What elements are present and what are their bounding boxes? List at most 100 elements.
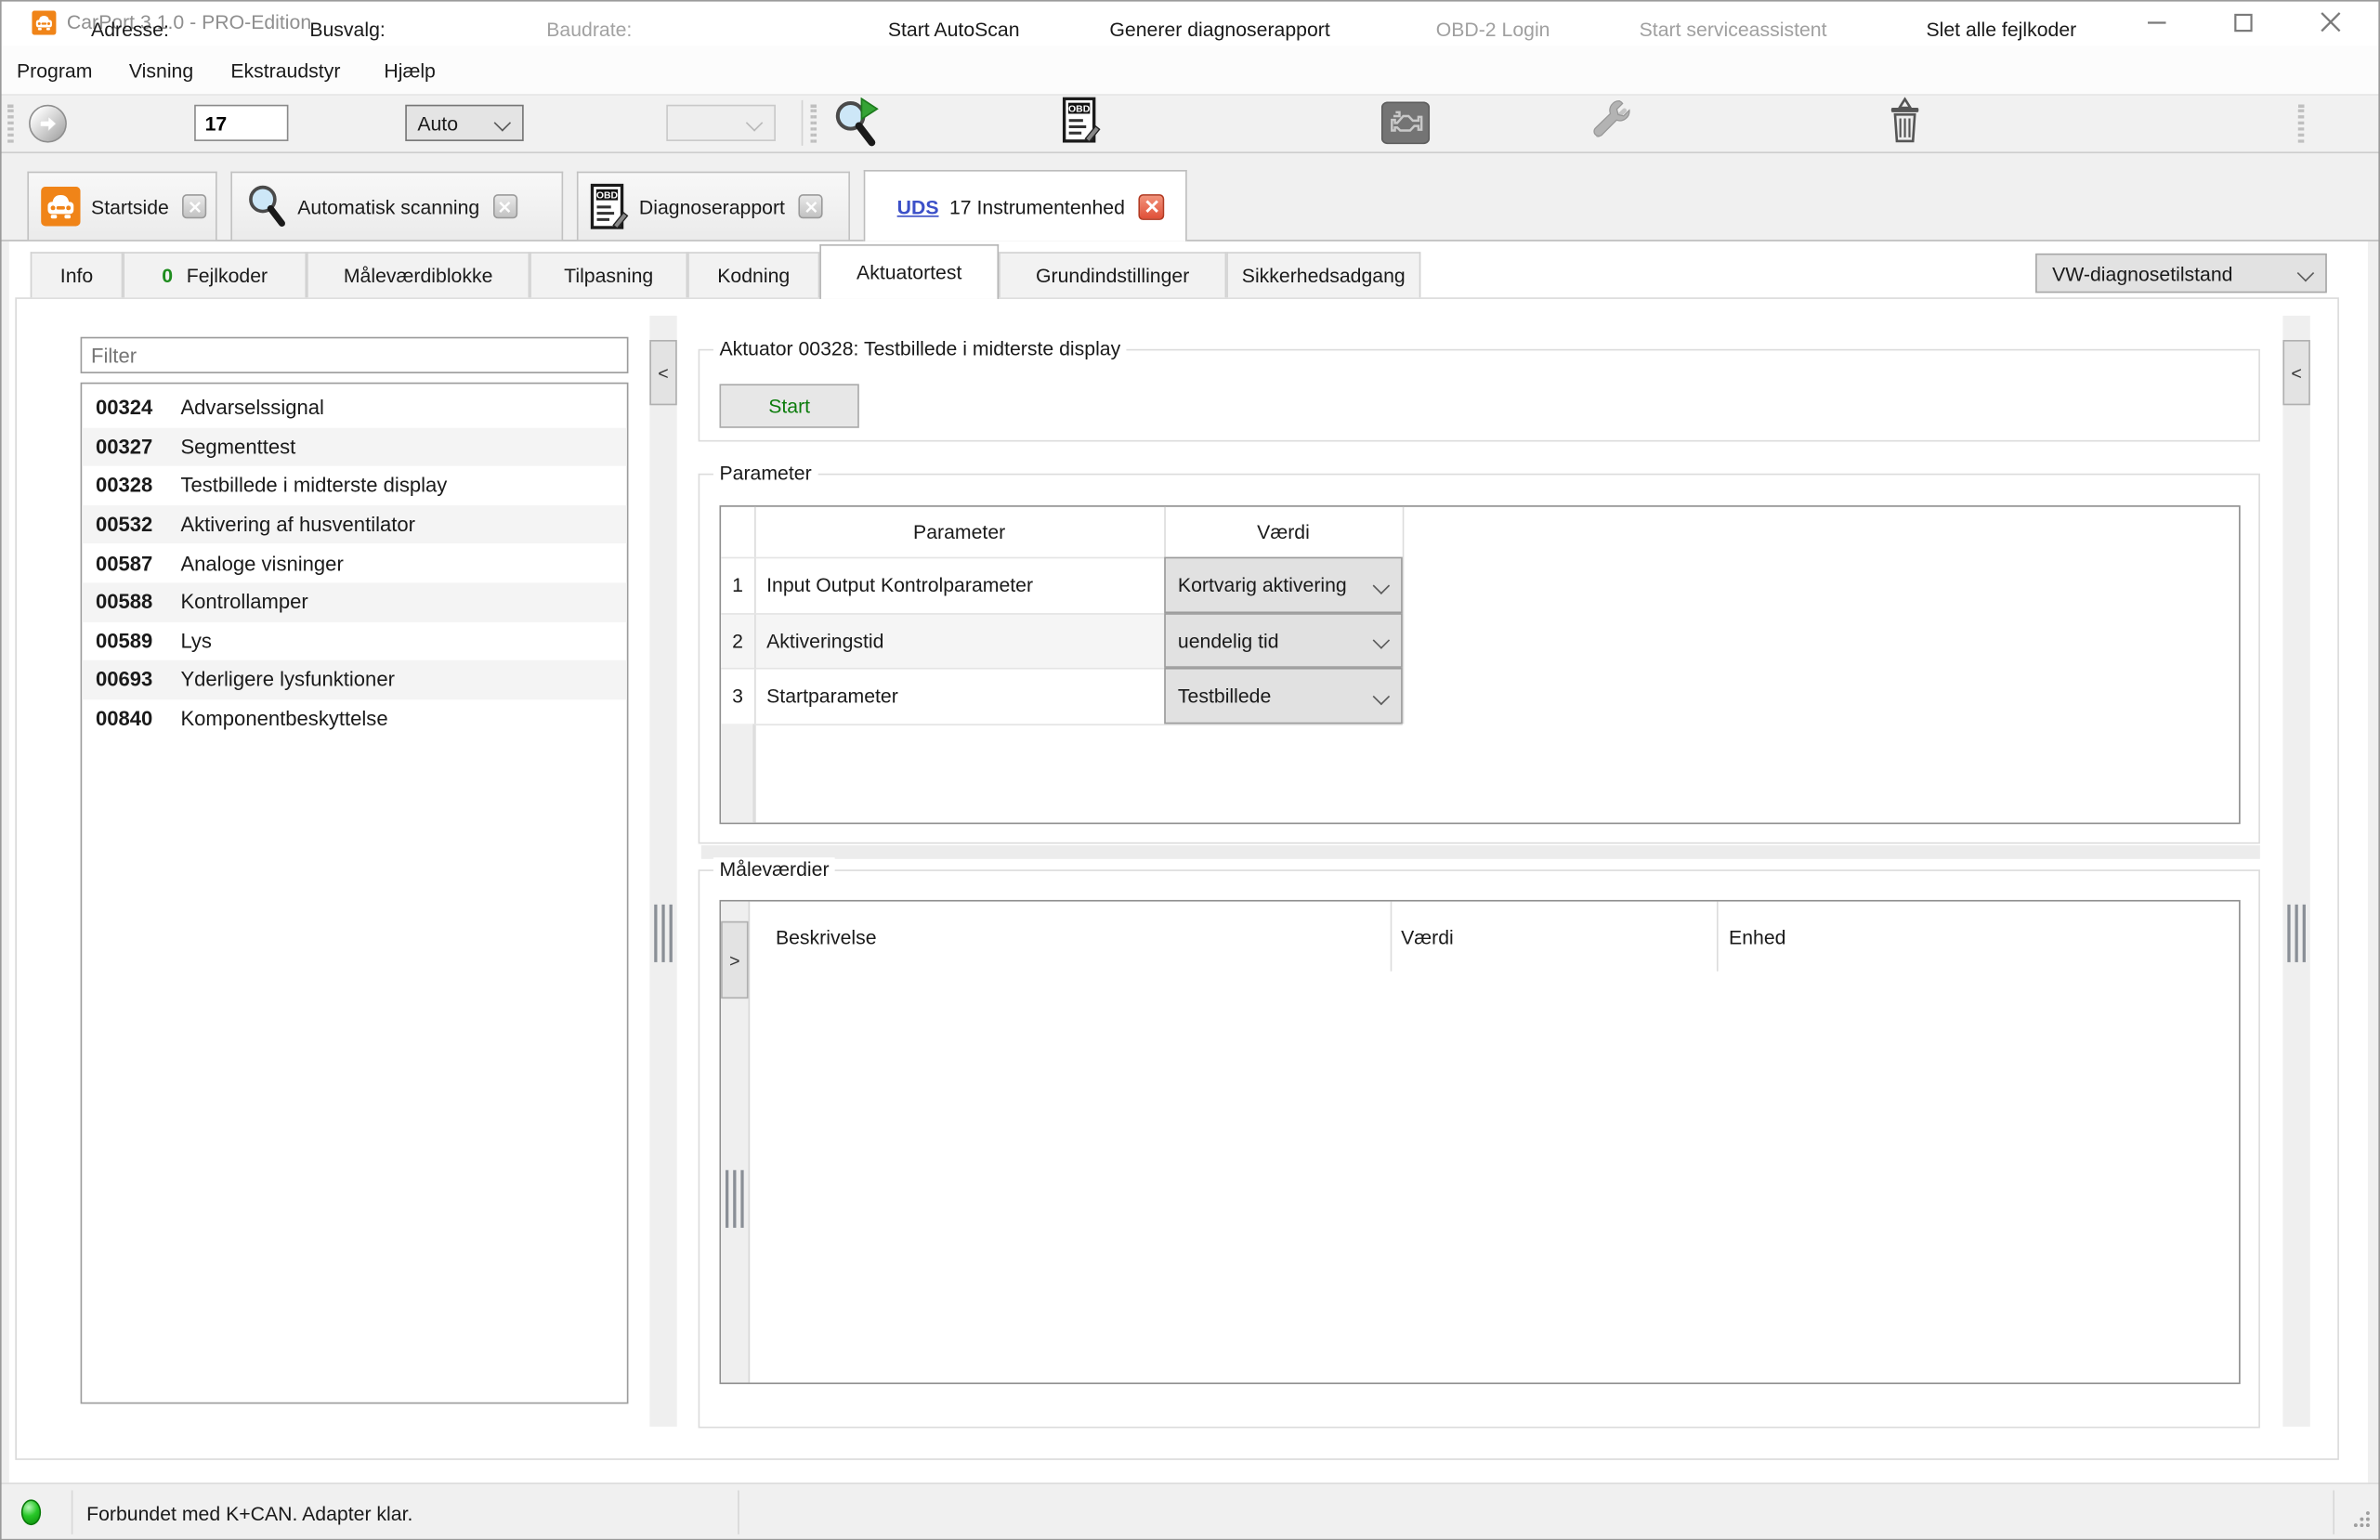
obd-report-icon: OBD <box>591 183 629 230</box>
list-item[interactable]: 00693 Yderligere lysfunktioner <box>82 660 627 699</box>
status-separator <box>72 1491 73 1534</box>
subtab-grundindstillinger[interactable]: Grundindstillinger <box>999 252 1226 297</box>
start-autoscan-button[interactable]: Start AutoScan <box>888 0 1020 59</box>
menu-program[interactable]: Program <box>17 46 92 94</box>
subtab-tilpasning[interactable]: Tilpasning <box>530 252 687 297</box>
list-item[interactable]: 00324 Advarselssignal <box>82 388 627 427</box>
combobox-value: Testbillede <box>1178 685 1271 708</box>
autoscan-magnifier-icon <box>831 98 880 152</box>
clear-faults-button[interactable]: Slet alle fejlkoder <box>1926 0 2076 59</box>
list-item[interactable]: 00589 Lys <box>82 621 627 660</box>
close-tab-icon[interactable] <box>493 194 517 218</box>
collapse-left-panel-button[interactable]: < <box>649 340 676 405</box>
expand-measure-panel-button[interactable]: > <box>721 921 748 998</box>
status-bar: Forbundet med K+CAN. Adapter klar. <box>0 1482 2380 1540</box>
subtab-fejlkoder[interactable]: 0 Fejlkoder <box>123 252 307 297</box>
bus-combobox[interactable]: Auto <box>405 105 523 141</box>
list-item[interactable]: 00840 Komponentbeskyttelse <box>82 699 627 738</box>
subtab-aktuatortest[interactable]: Aktuatortest <box>819 244 999 299</box>
generate-report-button[interactable]: Generer diagnoserapport <box>1109 0 1329 59</box>
tab-label: Startside <box>91 195 169 218</box>
close-window-button[interactable] <box>2295 0 2365 44</box>
subtab-kodning[interactable]: Kodning <box>687 252 819 297</box>
collapse-right-panel-button[interactable]: < <box>2282 340 2309 405</box>
subtab-label: Kodning <box>717 264 790 287</box>
trash-icon <box>1887 98 1923 150</box>
close-tab-icon[interactable] <box>799 194 823 218</box>
svg-text:OBD: OBD <box>596 190 619 201</box>
actuator-listbox[interactable]: 00324 Advarselssignal 00327 Segmenttest … <box>81 383 629 1404</box>
tab-automatisk-scanning[interactable]: Automatisk scanning <box>230 172 563 241</box>
tab-label: 17 Instrumentenhed <box>949 195 1125 218</box>
toolbar-grip[interactable] <box>811 105 817 143</box>
subtab-info[interactable]: Info <box>31 252 124 297</box>
diagnostic-mode-combobox[interactable]: VW-diagnosetilstand <box>2035 254 2327 293</box>
actuator-code: 00588 <box>96 591 181 614</box>
uds-badge: UDS <box>897 195 939 218</box>
list-item[interactable]: 00327 Segmenttest <box>82 427 627 466</box>
tab-diagnoserapport[interactable]: OBD Diagnoserapport <box>577 172 850 241</box>
right-splitter-strip[interactable] <box>2282 316 2309 1427</box>
filter-input[interactable] <box>81 337 629 373</box>
actuator-name: Lys <box>180 630 212 653</box>
subtab-label: Aktuatortest <box>857 261 961 284</box>
arrow-right-icon <box>36 112 59 136</box>
parameter-value-combobox[interactable]: Kortvarig aktivering <box>1164 557 1403 613</box>
bus-label: Busvalg: <box>309 0 385 59</box>
subtab-label: Tilpasning <box>564 264 653 287</box>
obd2-login-button: OBD-2 Login <box>1436 0 1550 59</box>
tab-label: Diagnoserapport <box>639 195 785 218</box>
chevron-down-icon <box>746 114 763 131</box>
vertical-splitter-handle[interactable] <box>654 905 673 962</box>
tab-uds-17-instrumentenhed[interactable]: UDS 17 Instrumentenhed <box>864 170 1187 241</box>
left-splitter-strip[interactable] <box>649 316 676 1427</box>
baudrate-label: Baudrate: <box>546 0 632 59</box>
column-header-unit: Enhed <box>1729 902 1785 972</box>
go-address-button[interactable] <box>29 105 67 143</box>
actuator-name: Yderligere lysfunktioner <box>180 669 395 692</box>
list-item[interactable]: 00328 Testbillede i midterste display <box>82 466 627 505</box>
obd-report-icon: OBD <box>1063 98 1101 150</box>
start-actuator-button[interactable]: Start <box>719 384 858 427</box>
resize-grip-icon[interactable] <box>2349 1507 2373 1533</box>
subtab-label: Måleværdiblokke <box>344 264 493 287</box>
status-message: Forbundet med K+CAN. Adapter klar. <box>86 1484 412 1540</box>
tabstrip-bottom-line <box>0 240 2380 241</box>
list-item[interactable]: 00532 Aktivering af husventilator <box>82 505 627 544</box>
tab-startside[interactable]: Startside <box>27 172 216 241</box>
toolbar-grip[interactable] <box>2298 105 2305 143</box>
subtab-sikkerhedsadgang[interactable]: Sikkerhedsadgang <box>1226 252 1420 297</box>
actuator-code: 00327 <box>96 436 181 459</box>
actuator-code: 00324 <box>96 397 181 420</box>
list-item[interactable]: 00588 Kontrollamper <box>82 582 627 621</box>
subtab-label: Sikkerhedsadgang <box>1242 264 1406 287</box>
combobox-value: Kortvarig aktivering <box>1178 574 1347 597</box>
minimize-button[interactable] <box>2122 0 2191 44</box>
toolbar-grip[interactable] <box>7 105 14 143</box>
maximize-button[interactable] <box>2208 0 2278 44</box>
magnifier-icon <box>244 184 287 229</box>
parameter-name-cell: Input Output Kontrolparameter <box>766 557 1033 613</box>
parameter-groupbox-title: Parameter <box>713 462 817 485</box>
close-tab-icon[interactable] <box>183 194 207 218</box>
parameter-value-combobox[interactable]: Testbillede <box>1164 668 1403 724</box>
vertical-splitter-handle[interactable] <box>726 1170 744 1228</box>
column-header-value: Værdi <box>1401 902 1454 972</box>
chevron-down-icon <box>2297 265 2314 281</box>
service-assistant-button: Start serviceassistent <box>1640 0 1827 59</box>
toolbar-separator <box>802 100 804 146</box>
actuator-name: Analoge visninger <box>180 552 343 575</box>
actuator-name: Kontrollamper <box>180 591 307 614</box>
vertical-splitter-handle[interactable] <box>2287 905 2306 962</box>
menu-hjaelp[interactable]: Hjælp <box>384 46 436 94</box>
list-item[interactable]: 00587 Analoge visninger <box>82 544 627 583</box>
horizontal-splitter[interactable] <box>701 845 2260 859</box>
subtab-maalevaerdiblokke[interactable]: Måleværdiblokke <box>307 252 530 297</box>
actuator-code: 00840 <box>96 707 181 730</box>
address-input[interactable] <box>194 105 288 141</box>
diagnostic-mode-value: VW-diagnosetilstand <box>2052 262 2232 285</box>
close-tab-icon[interactable] <box>1139 193 1165 219</box>
parameter-value-combobox[interactable]: uendelig tid <box>1164 613 1403 668</box>
chevron-down-icon <box>1373 577 1390 594</box>
subtab-label: Grundindstillinger <box>1036 264 1189 287</box>
